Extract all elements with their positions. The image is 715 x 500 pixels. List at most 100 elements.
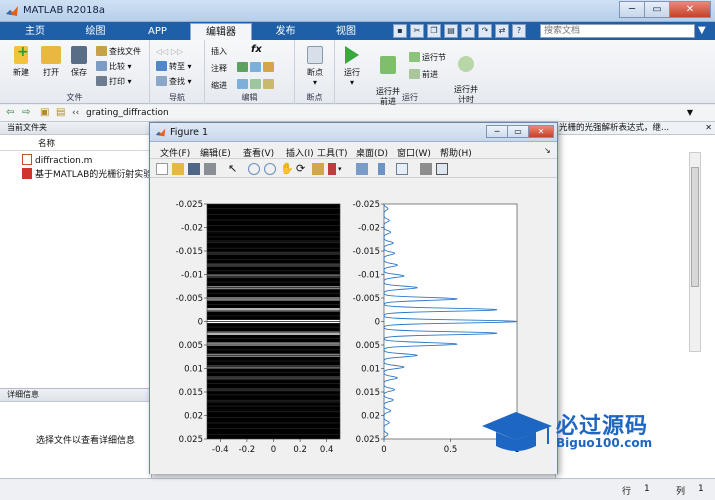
right-ytick-label: 0.025 [356,435,380,445]
maximize-button[interactable]: ▭ [644,1,670,18]
editor-scrollbar[interactable] [689,152,701,352]
tab-plots[interactable]: 绘图 [68,23,123,40]
row-label: 行 [622,487,632,497]
show-tools-icon[interactable] [436,163,448,175]
tab-home[interactable]: 主页 [10,23,60,40]
brush-icon[interactable] [328,163,336,175]
right-ytick-label: -0.02 [358,224,380,234]
ribbon-group-run: 运行 ▾ 运行并 前进 运行节 前进 运行并 计时 运行 [335,40,485,106]
figure-close-button[interactable]: ✕ [528,125,554,138]
tab-publish[interactable]: 发布 [258,23,313,40]
panel-close-icon[interactable]: ✕ [705,123,712,132]
fringe-minor-band [207,213,340,215]
find-files-button[interactable]: 查找文件 [96,46,141,58]
back-arrow-icon[interactable]: ⇦ [6,107,14,118]
save-icon[interactable]: ▪ [393,24,407,38]
help-icon[interactable]: ? [512,24,526,38]
link-plot-icon[interactable] [356,163,368,175]
fringe-band [207,388,340,392]
select-arrow-icon[interactable]: ↖ [228,163,240,175]
graduation-cap-logo [482,412,552,451]
fringe-minor-band [207,298,340,300]
goto-icon [156,61,167,71]
path-dropdown-icon[interactable]: ▼ [687,108,693,117]
menu-view[interactable]: 查看(V) [243,146,274,159]
compare-button[interactable]: 比较 ▾ [96,61,132,73]
advance-button[interactable]: 前进 [409,69,438,81]
minimize-button[interactable]: ─ [619,1,645,18]
goto-button[interactable]: 转至 ▾ [156,61,192,73]
menu-help[interactable]: 帮助(H) [440,146,472,159]
fringe-minor-band [207,366,340,368]
figure-logo-icon [155,128,166,137]
menu-file[interactable]: 文件(F) [160,146,190,159]
figure-toolbar: ↖ ✋ ⟳ ▾ [150,160,557,178]
print-figure-icon[interactable] [204,163,216,175]
search-documentation-input[interactable] [540,24,695,38]
data-cursor-icon[interactable] [312,163,324,175]
fx-button[interactable]: fx [251,44,262,56]
figure-minimize-button[interactable]: ─ [486,125,508,138]
folder-up-icon[interactable]: ▣ [40,107,49,118]
open-button[interactable]: 打开 [38,46,64,78]
undo-icon[interactable]: ↶ [461,24,475,38]
tab-editor[interactable]: 编辑器 [190,23,252,40]
menu-window[interactable]: 窗口(W) [397,146,431,159]
zoom-in-icon[interactable] [248,163,260,175]
figure-title: Figure 1 [170,127,209,138]
indent-tools-icon[interactable] [237,79,276,91]
menu-dock-icon[interactable]: ↘ [544,146,551,155]
run-button[interactable]: 运行 ▾ [339,46,365,87]
insert-button[interactable]: 插入 [211,46,227,58]
print-icon [96,76,107,86]
forward-arrow-icon[interactable]: ⇨ [22,107,30,118]
figure-menu-bar: 文件(F) 编辑(E) 查看(V) 插入(I) 工具(T) 桌面(D) 窗口(W… [150,143,557,159]
menu-edit[interactable]: 编辑(E) [200,146,231,159]
left-ytick-label: 0.015 [179,388,203,398]
fringe-minor-band [207,225,340,227]
brush-dropdown-icon[interactable]: ▾ [338,163,350,175]
cut-icon[interactable]: ✂ [410,24,424,38]
group-label-navigate: 导航 [169,93,185,102]
menu-tools[interactable]: 工具(T) [317,146,348,159]
file-item-diffraction[interactable]: diffraction.m [22,154,92,166]
comment-tools-icon[interactable] [237,62,276,74]
fringe-minor-band [207,433,340,435]
print-button[interactable]: 打印 ▾ [96,76,132,88]
status-bar: 行 1 列 1 [0,478,715,500]
hide-tools-icon[interactable] [420,163,432,175]
filter-icon[interactable]: ▼ [698,25,706,36]
legend-icon[interactable] [396,163,408,175]
colorbar-icon[interactable] [378,163,385,175]
ribbon: + 新建 打开 保存 查找文件 比较 ▾ 打印 ▾ 文件 ◁◁ ▷▷ 转至 ▾ … [0,40,715,106]
rotate-3d-icon[interactable]: ⟳ [296,163,308,175]
run-section-button[interactable]: 运行节 [409,52,446,64]
name-column-header[interactable]: 名称 [0,137,152,151]
indent-button[interactable]: 缩进 [211,80,227,92]
tab-view[interactable]: 视图 [320,23,372,40]
menu-insert[interactable]: 插入(I) [286,146,314,159]
comment-button[interactable]: 注释 [211,63,227,75]
paste-icon[interactable]: ▤ [444,24,458,38]
copy-icon[interactable]: ❐ [427,24,441,38]
save-button[interactable]: 保存 [66,46,92,78]
zoom-out-icon[interactable] [264,163,276,175]
path-separator-icon: ‹‹ [72,108,80,118]
fringe-minor-band [207,236,340,238]
find-button[interactable]: 查找 ▾ [156,76,192,88]
file-item-pdf[interactable]: 基于MATLAB的光栅衍射实验... [22,167,161,180]
switch-windows-icon[interactable]: ⇄ [495,24,509,38]
open-file-icon[interactable] [172,163,184,175]
tab-apps[interactable]: APP [130,23,185,40]
menu-desktop[interactable]: 桌面(D) [356,146,388,159]
save-figure-icon[interactable] [188,163,200,175]
current-path[interactable]: grating_diffraction [86,108,169,118]
new-button[interactable]: + 新建 [8,44,34,78]
pan-hand-icon[interactable]: ✋ [280,163,294,175]
figure-maximize-button[interactable]: ▭ [507,125,529,138]
new-figure-icon[interactable] [156,163,168,175]
breakpoints-button[interactable]: 断点 ▾ [302,46,328,87]
redo-icon[interactable]: ↷ [478,24,492,38]
browse-folder-icon[interactable]: ▤ [56,107,65,118]
close-button[interactable]: ✕ [669,1,711,18]
